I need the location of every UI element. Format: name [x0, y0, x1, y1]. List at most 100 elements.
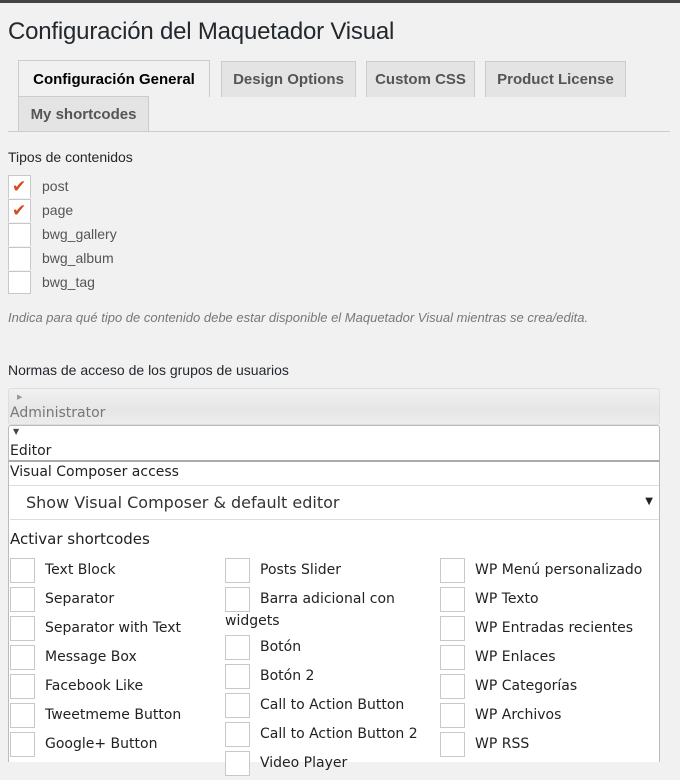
shortcode-item: Botón 2: [225, 664, 435, 693]
shortcode-label: Botón 2: [260, 668, 315, 684]
shortcode-label: Facebook Like: [45, 678, 144, 694]
triangle-right-icon: ▶: [17, 393, 23, 401]
role-administrator-header[interactable]: ▶ Administrator: [8, 388, 660, 425]
shortcode-item: Text Block: [10, 558, 220, 587]
content-types-list: ✔ post ✔ page bwg_gallery bwg_album bwg_tag: [8, 174, 117, 294]
shortcode-label: Barra adicional con widgets: [225, 591, 395, 629]
vc-access-select[interactable]: Show Visual Composer & default editor ▼: [10, 486, 659, 520]
content-type-label: bwg_album: [42, 250, 114, 266]
tab-my-shortcodes[interactable]: My shortcodes: [18, 96, 149, 132]
content-types-label: Tipos de contenidos: [8, 149, 133, 165]
shortcode-checkbox[interactable]: [225, 722, 250, 747]
shortcode-item: WP RSS: [440, 732, 658, 761]
content-type-label: page: [42, 202, 74, 218]
shortcode-checkbox[interactable]: [225, 635, 250, 660]
shortcode-label: Tweetmeme Button: [45, 707, 182, 723]
shortcode-item: Google+ Button: [10, 732, 220, 761]
shortcode-label: Message Box: [45, 649, 137, 665]
shortcode-label: WP Menú personalizado: [475, 562, 643, 578]
shortcodes-column-1: Text Block Separator Separator with Text Me…: [10, 558, 220, 761]
content-type-checkbox[interactable]: [8, 222, 31, 246]
chevron-down-icon: ▼: [645, 496, 653, 507]
shortcode-item: Tweetmeme Button: [10, 703, 220, 732]
shortcode-checkbox[interactable]: [225, 558, 250, 583]
shortcode-label: Google+ Button: [45, 736, 158, 752]
shortcode-checkbox[interactable]: [225, 587, 250, 612]
shortcode-item: WP Texto: [440, 587, 658, 616]
shortcode-checkbox[interactable]: [10, 616, 35, 641]
tab-product-license[interactable]: Product License: [485, 61, 626, 97]
shortcode-item: WP Archivos: [440, 703, 658, 732]
shortcode-label: Botón: [260, 639, 302, 655]
tab-custom-css[interactable]: Custom CSS: [366, 61, 475, 97]
checkmark-icon: ✔: [12, 176, 27, 197]
shortcode-label: WP Entradas recientes: [475, 620, 634, 636]
shortcode-item: Barra adicional con widgets: [225, 587, 435, 635]
shortcode-item: Call to Action Button 2: [225, 722, 435, 751]
shortcode-checkbox[interactable]: [440, 674, 465, 699]
shortcode-label: WP Enlaces: [475, 649, 556, 665]
triangle-down-icon: ▼: [13, 427, 20, 436]
activate-shortcodes-label: Activar shortcodes: [10, 530, 150, 548]
shortcode-label: Video Player: [260, 755, 348, 771]
content-type-label: post: [42, 178, 69, 194]
shortcode-checkbox[interactable]: [10, 645, 35, 670]
tab-configuracion-general[interactable]: Configuración General: [18, 60, 210, 97]
content-type-item: ✔ post: [8, 174, 117, 198]
shortcode-label: WP Archivos: [475, 707, 562, 723]
shortcode-checkbox[interactable]: [10, 558, 35, 583]
shortcode-checkbox[interactable]: [225, 751, 250, 776]
shortcode-item: Botón: [225, 635, 435, 664]
shortcode-item: Video Player: [225, 751, 435, 780]
shortcode-checkbox[interactable]: [440, 616, 465, 641]
content-type-checkbox[interactable]: ✔: [8, 174, 31, 198]
access-rules-label: Normas de acceso de los grupos de usuari…: [8, 362, 289, 378]
shortcode-label: Separator with Text: [45, 620, 182, 636]
shortcode-checkbox[interactable]: [10, 732, 35, 757]
role-editor-header[interactable]: ▼ Editor: [8, 425, 660, 462]
shortcode-item: Call to Action Button: [225, 693, 435, 722]
content-type-item: bwg_album: [8, 246, 117, 270]
shortcode-label: WP Categorías: [475, 678, 578, 694]
shortcode-checkbox[interactable]: [440, 587, 465, 612]
shortcode-checkbox[interactable]: [10, 674, 35, 699]
role-name: Administrator: [10, 405, 106, 421]
content-type-checkbox[interactable]: [8, 246, 31, 270]
shortcode-checkbox[interactable]: [10, 587, 35, 612]
shortcode-checkbox[interactable]: [440, 732, 465, 757]
shortcode-checkbox[interactable]: [440, 645, 465, 670]
shortcode-item: WP Enlaces: [440, 645, 658, 674]
vc-access-selected-value: Show Visual Composer & default editor: [26, 493, 340, 512]
checkmark-icon: ✔: [12, 200, 27, 221]
shortcode-label: WP RSS: [475, 736, 530, 752]
tab-design-options[interactable]: Design Options: [221, 61, 356, 97]
shortcode-checkbox[interactable]: [440, 703, 465, 728]
shortcode-label: WP Texto: [475, 591, 539, 607]
shortcode-checkbox[interactable]: [10, 703, 35, 728]
content-type-item: ✔ page: [8, 198, 117, 222]
tabs-divider: [8, 131, 670, 132]
role-editor-panel: Visual Composer access Show Visual Compo…: [8, 462, 660, 776]
shortcode-item: Message Box: [10, 645, 220, 674]
shortcode-label: Text Block: [45, 562, 116, 578]
content-type-label: bwg_tag: [42, 274, 95, 290]
shortcode-item: Separator with Text: [10, 616, 220, 645]
shortcode-item: WP Menú personalizado: [440, 558, 658, 587]
admin-top-bar: [0, 0, 680, 3]
shortcode-checkbox[interactable]: [225, 693, 250, 718]
content-type-checkbox[interactable]: [8, 270, 31, 294]
vc-access-label: Visual Composer access: [10, 464, 179, 480]
shortcode-item: Facebook Like: [10, 674, 220, 703]
shortcode-checkbox[interactable]: [225, 664, 250, 689]
page-title: Configuración del Maquetador Visual: [8, 18, 395, 45]
shortcode-label: Separator: [45, 591, 115, 607]
shortcode-item: Separator: [10, 587, 220, 616]
shortcode-item: Posts Slider: [225, 558, 435, 587]
shortcode-label: Posts Slider: [260, 562, 341, 578]
content-types-hint: Indica para qué tipo de contenido debe e…: [8, 310, 589, 325]
shortcode-item: WP Entradas recientes: [440, 616, 658, 645]
shortcode-label: Call to Action Button 2: [260, 726, 418, 742]
content-type-item: bwg_tag: [8, 270, 117, 294]
content-type-checkbox[interactable]: ✔: [8, 198, 31, 222]
shortcode-checkbox[interactable]: [440, 558, 465, 583]
